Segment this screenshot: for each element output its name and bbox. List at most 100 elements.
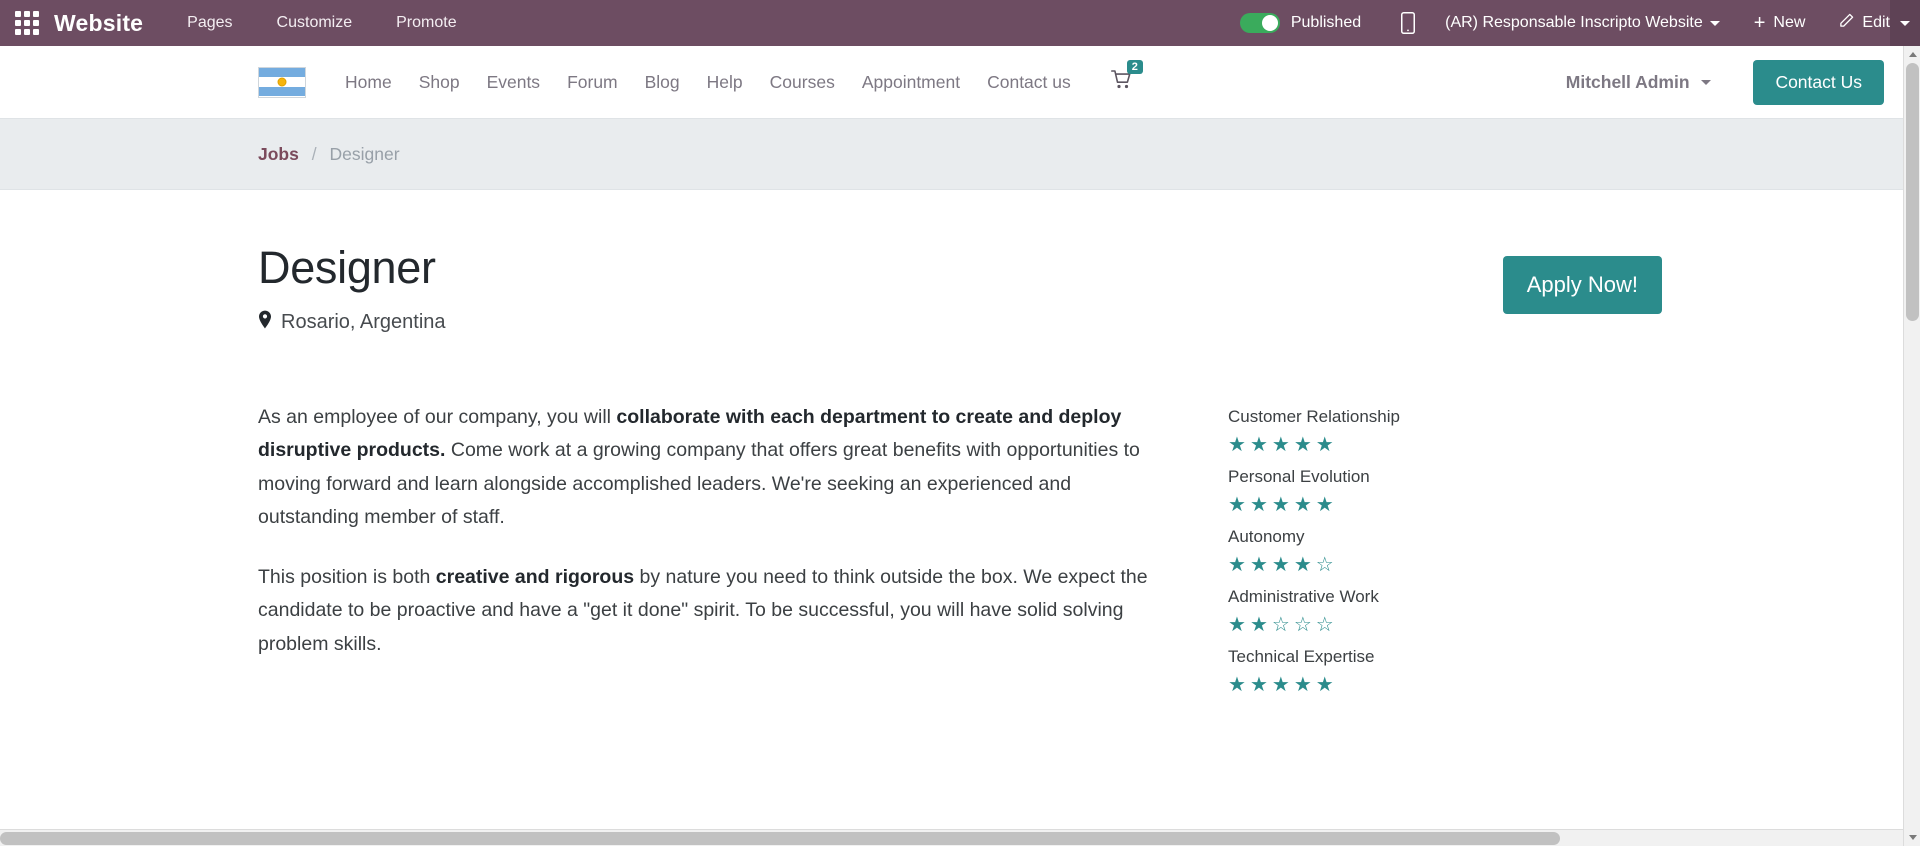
job-location: Rosario, Argentina (258, 310, 1503, 335)
star-filled-icon: ★ (1293, 673, 1312, 696)
nav-item-events[interactable]: Events (487, 72, 541, 93)
menu-pages[interactable]: Pages (187, 14, 232, 32)
breadcrumb: Jobs / Designer (258, 144, 400, 165)
plus-icon: + (1753, 12, 1766, 34)
star-filled-icon: ★ (1293, 553, 1312, 576)
publish-toggle[interactable]: Published (1239, 13, 1361, 33)
rating-label: Customer Relationship (1228, 406, 1400, 426)
job-hero-left: Designer Rosario, Argentina (258, 242, 1503, 335)
rating-label: Administrative Work (1228, 586, 1379, 606)
star-filled-icon: ★ (1315, 433, 1334, 456)
breadcrumb-bar: Jobs / Designer (0, 118, 1920, 190)
publish-switch-icon[interactable] (1239, 13, 1280, 33)
chevron-up-icon (1908, 52, 1917, 57)
job-ratings: Customer Relationship ★ ★ ★ ★ ★ Personal Evo… (1228, 401, 1558, 707)
nav-item-shop[interactable]: Shop (419, 72, 460, 93)
nav-item-blog[interactable]: Blog (645, 72, 680, 93)
star-filled-icon: ★ (1228, 553, 1246, 576)
horizontal-scrollbar-thumb[interactable] (0, 832, 1560, 845)
apply-now-button[interactable]: Apply Now! (1502, 256, 1662, 314)
scroll-up-button[interactable] (1904, 46, 1920, 63)
rating-stars: ★ ★ ★ ★ ★ (1228, 675, 1558, 695)
mobile-preview-icon[interactable] (1401, 12, 1416, 34)
new-button[interactable]: + New (1754, 13, 1806, 33)
rating-label: Autonomy (1228, 526, 1305, 546)
desc-p1-part-a: As an employee of our company, you will (258, 405, 617, 428)
nav-item-appointment[interactable]: Appointment (862, 72, 960, 93)
user-menu[interactable]: Mitchell Admin (1566, 72, 1712, 93)
topbar-menu: Pages Customize Promote (187, 14, 456, 32)
menu-customize[interactable]: Customize (277, 14, 353, 32)
job-hero: Designer Rosario, Argentina Apply Now! (258, 190, 1662, 335)
star-filled-icon: ★ (1228, 433, 1246, 456)
star-filled-icon: ★ (1293, 493, 1312, 516)
edit-label: Edit (1862, 14, 1890, 31)
cart-button[interactable]: 2 (1110, 59, 1143, 95)
apps-menu-button[interactable] (0, 0, 54, 46)
breadcrumb-item-current: Designer (329, 143, 400, 164)
map-marker-icon (258, 310, 272, 335)
vertical-scrollbar-thumb[interactable] (1906, 63, 1919, 321)
star-empty-icon: ☆ (1271, 613, 1290, 636)
site-nav-right: Mitchell Admin Contact Us (1566, 59, 1884, 105)
website-frame: Home Shop Events Forum Blog Help Courses… (0, 46, 1920, 846)
pencil-icon (1839, 13, 1854, 33)
vertical-scrollbar[interactable] (1903, 46, 1920, 846)
star-empty-icon: ☆ (1315, 553, 1334, 576)
star-empty-icon: ☆ (1293, 613, 1312, 636)
argentina-flag-logo[interactable] (258, 66, 306, 98)
star-filled-icon: ★ (1249, 433, 1268, 456)
nav-item-forum[interactable]: Forum (567, 72, 618, 93)
rating-item: Customer Relationship ★ ★ ★ ★ ★ (1228, 407, 1558, 455)
star-filled-icon: ★ (1315, 493, 1334, 516)
flag-band-top (259, 67, 305, 78)
app-name[interactable]: Website (54, 10, 143, 37)
description-paragraph-1: As an employee of our company, you will … (258, 401, 1168, 535)
new-label: New (1773, 14, 1806, 31)
rating-label: Technical Expertise (1228, 646, 1375, 666)
rating-item: Administrative Work ★ ★ ☆ ☆ ☆ (1228, 587, 1558, 635)
rating-item: Technical Expertise ★ ★ ★ ★ ★ (1228, 647, 1558, 695)
website-selector-label: (AR) Responsable Inscripto Website (1445, 14, 1703, 31)
rating-stars: ★ ★ ★ ★ ★ (1228, 495, 1558, 515)
site-nav-links: Home Shop Events Forum Blog Help Courses… (345, 72, 1071, 93)
chevron-down-icon (1908, 835, 1917, 840)
chevron-down-icon (1900, 20, 1910, 26)
horizontal-scrollbar[interactable] (0, 829, 1903, 846)
star-filled-icon: ★ (1271, 493, 1290, 516)
cart-count-badge: 2 (1126, 59, 1143, 74)
star-filled-icon: ★ (1315, 673, 1334, 696)
nav-item-courses[interactable]: Courses (770, 72, 835, 93)
edit-button[interactable]: Edit (1839, 13, 1890, 33)
job-description: As an employee of our company, you will … (258, 401, 1168, 707)
star-filled-icon: ★ (1249, 553, 1268, 576)
job-page-content: Designer Rosario, Argentina Apply Now! A… (0, 190, 1920, 707)
topbar-right: Published (AR) Responsable Inscripto Web… (1239, 12, 1920, 34)
desc-p2-part-a: This position is both (258, 565, 436, 588)
chevron-down-icon (1701, 80, 1712, 86)
nav-item-contact-us[interactable]: Contact us (987, 72, 1071, 93)
flag-sun-icon (277, 77, 287, 87)
star-filled-icon: ★ (1271, 673, 1290, 696)
rating-stars: ★ ★ ★ ★ ★ (1228, 435, 1558, 455)
scroll-down-button[interactable] (1904, 829, 1920, 846)
nav-item-home[interactable]: Home (345, 72, 392, 93)
star-filled-icon: ★ (1228, 493, 1246, 516)
user-name-label: Mitchell Admin (1565, 71, 1690, 92)
page-title: Designer (258, 242, 436, 293)
flag-band-bottom (259, 86, 305, 97)
star-filled-icon: ★ (1249, 613, 1268, 636)
menu-promote[interactable]: Promote (396, 14, 456, 32)
grid-apps-icon (15, 11, 39, 35)
rating-stars: ★ ★ ★ ★ ☆ (1228, 555, 1558, 575)
topbar-overflow-button[interactable] (1890, 0, 1920, 46)
rating-item: Autonomy ★ ★ ★ ★ ☆ (1228, 527, 1558, 575)
nav-item-help[interactable]: Help (707, 72, 743, 93)
website-selector[interactable]: (AR) Responsable Inscripto Website (1445, 14, 1720, 32)
odoo-topbar: Website Pages Customize Promote Publishe… (0, 0, 1920, 46)
contact-us-button[interactable]: Contact Us (1753, 59, 1884, 105)
breadcrumb-separator: / (311, 143, 317, 164)
desc-p2-highlight: creative and rigorous (435, 565, 635, 588)
breadcrumb-item-jobs[interactable]: Jobs (258, 144, 299, 164)
chevron-down-icon (1709, 20, 1720, 26)
